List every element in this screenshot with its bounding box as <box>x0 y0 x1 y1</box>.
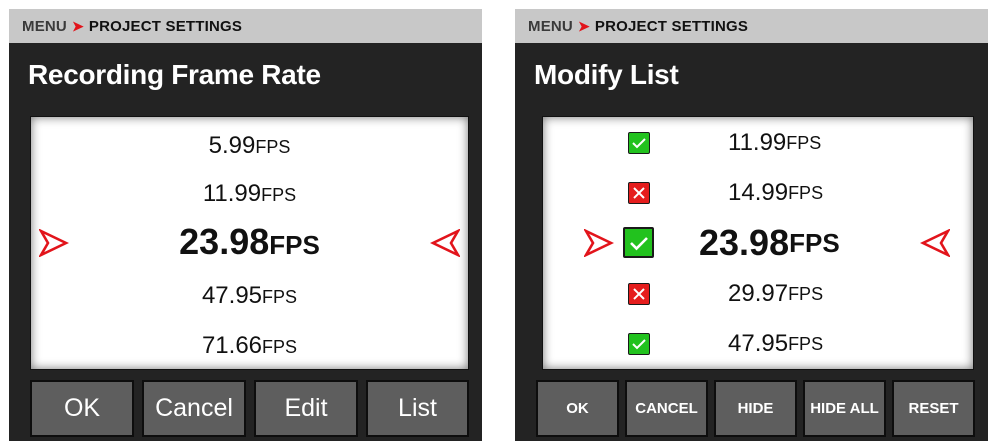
list-item-unit: FPS <box>269 230 320 260</box>
list-item-label: 14.99 FPS <box>728 173 823 213</box>
breadcrumb-menu[interactable]: MENU <box>22 18 67 35</box>
list-item-unit: FPS <box>255 137 291 157</box>
list-item-unit: FPS <box>262 337 298 357</box>
reset-button[interactable]: RESET <box>892 380 975 437</box>
list-item-unit: FPS <box>262 287 298 307</box>
list-item-value: 14.99 <box>728 179 789 206</box>
breadcrumb: MENU ➤ PROJECT SETTINGS <box>9 9 482 43</box>
checkbox-checked-icon[interactable] <box>628 333 650 355</box>
checkbox-unchecked-icon[interactable] <box>628 283 650 305</box>
page-title: Recording Frame Rate <box>28 59 321 90</box>
list-item-11-99[interactable]: 11.99FPS <box>31 180 468 208</box>
recording-frame-rate-panel: MENU ➤ PROJECT SETTINGS Recording Frame … <box>9 9 482 441</box>
list-item-47-95[interactable]: 47.95FPS <box>543 324 973 364</box>
breadcrumb-menu[interactable]: MENU <box>528 18 573 35</box>
list-item-label: 29.97 FPS <box>728 274 823 314</box>
list-item-selected[interactable]: 23.98FPS <box>31 221 468 263</box>
ok-button[interactable]: OK <box>536 380 619 437</box>
list-item-unit: FPS <box>788 333 824 354</box>
list-item-unit: FPS <box>788 182 824 203</box>
list-item-value: 47.95 <box>201 282 263 309</box>
list-item-47-95[interactable]: 47.95FPS <box>31 282 468 310</box>
list-item-value: 71.66 <box>201 332 263 359</box>
list-item-label: 47.95 FPS <box>728 324 823 364</box>
selection-arrow-left-icon <box>430 229 460 257</box>
modify-frame-rate-list[interactable]: 11.99 FPS 14.99 FPS 23.98 FPS 29.97 FPS … <box>542 116 974 370</box>
list-item-value: 11.99 <box>728 129 787 156</box>
list-item-value: 47.95 <box>728 330 789 357</box>
list-item-value: 29.97 <box>728 280 789 307</box>
modify-list-panel: MENU ➤ PROJECT SETTINGS Modify List 11.9… <box>515 9 988 441</box>
selection-arrow-left-icon <box>920 229 950 257</box>
hide-button[interactable]: HIDE <box>714 380 797 437</box>
checkbox-checked-icon[interactable] <box>623 227 654 258</box>
list-item-unit: FPS <box>789 227 840 258</box>
list-item-label: 11.99 FPS <box>728 123 821 163</box>
button-bar: OK CANCEL HIDE HIDE ALL RESET <box>515 378 988 441</box>
list-button[interactable]: List <box>366 380 469 437</box>
list-item-14-99[interactable]: 14.99 FPS <box>543 173 973 213</box>
list-item-value: 5.99 <box>208 132 256 159</box>
breadcrumb: MENU ➤ PROJECT SETTINGS <box>515 9 988 43</box>
list-item-label: 23.98 FPS <box>699 221 840 265</box>
list-item-29-97[interactable]: 29.97 FPS <box>543 274 973 314</box>
list-item-value: 23.98 <box>699 222 790 263</box>
hide-all-button[interactable]: HIDE ALL <box>803 380 886 437</box>
selection-arrow-right-icon <box>39 229 69 257</box>
frame-rate-list[interactable]: 5.99FPS 11.99FPS 23.98FPS 47.95FPS 71.66… <box>30 116 469 370</box>
page-title: Modify List <box>534 59 679 90</box>
cancel-button[interactable]: Cancel <box>142 380 246 437</box>
breadcrumb-separator-icon: ➤ <box>577 17 590 34</box>
list-item-unit: FPS <box>788 283 824 304</box>
list-item-71-66[interactable]: 71.66FPS <box>31 332 468 360</box>
selection-arrow-right-icon <box>584 229 614 257</box>
breadcrumb-separator-icon: ➤ <box>71 17 84 34</box>
breadcrumb-current: PROJECT SETTINGS <box>88 17 243 35</box>
button-bar: OK Cancel Edit List <box>9 378 482 441</box>
list-item-value: 11.99 <box>202 180 262 207</box>
list-item-value: 23.98 <box>179 221 270 262</box>
checkbox-checked-icon[interactable] <box>628 132 650 154</box>
cancel-button[interactable]: CANCEL <box>625 380 708 437</box>
breadcrumb-current: PROJECT SETTINGS <box>594 17 749 35</box>
list-item-5-99[interactable]: 5.99FPS <box>31 132 468 160</box>
ok-button[interactable]: OK <box>30 380 134 437</box>
list-item-11-99[interactable]: 11.99FPS <box>543 123 973 163</box>
edit-button[interactable]: Edit <box>254 380 358 437</box>
list-item-unit: FPS <box>261 185 297 205</box>
list-item-unit: FPS <box>786 132 822 153</box>
checkbox-unchecked-icon[interactable] <box>628 182 650 204</box>
